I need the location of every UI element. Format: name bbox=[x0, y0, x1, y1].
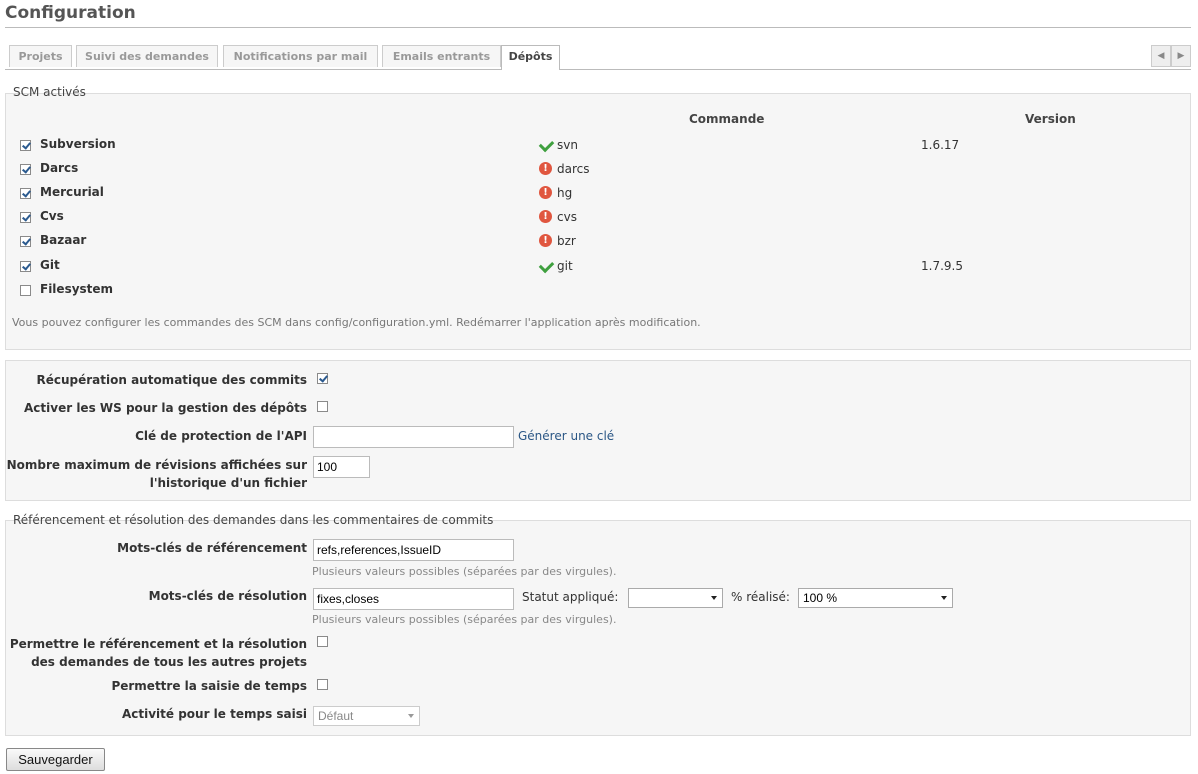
api-key-label: Clé de protection de l'API bbox=[135, 429, 307, 443]
scm-row: Filesystem bbox=[6, 281, 1190, 301]
scm-config-note: Vous pouvez configurer les commandes des… bbox=[12, 316, 701, 329]
page-title: Configuration bbox=[5, 3, 1191, 28]
scm-row: Mercurial ! hg bbox=[6, 184, 1190, 204]
activity-value: Défaut bbox=[318, 709, 354, 723]
dropdown-arrow-icon bbox=[711, 596, 717, 600]
error-icon: ! bbox=[539, 234, 552, 247]
activity-label: Activité pour le temps saisi bbox=[121, 707, 307, 721]
scm-command: cvs bbox=[557, 210, 577, 224]
settings-box: Récupération automatique des commits Act… bbox=[5, 360, 1191, 501]
scm-command: bzr bbox=[557, 234, 576, 248]
scm-enabled-checkbox[interactable] bbox=[20, 212, 31, 223]
scm-command: git bbox=[557, 259, 573, 273]
done-ratio-label: % réalisé: bbox=[731, 590, 790, 604]
scm-name: Cvs bbox=[40, 209, 64, 223]
referencing-legend: Référencement et résolution des demandes… bbox=[9, 513, 498, 527]
api-key-input[interactable] bbox=[313, 426, 514, 448]
autofetch-checkbox[interactable] bbox=[317, 373, 328, 384]
scm-name: Git bbox=[40, 258, 60, 272]
scm-fieldset: SCM activés Commande Version Subversion … bbox=[5, 85, 1191, 350]
scm-row: Git git 1.7.9.5 bbox=[6, 257, 1190, 277]
fix-keywords-input[interactable] bbox=[313, 588, 514, 610]
scm-row: Darcs ! darcs bbox=[6, 160, 1190, 180]
scm-name: Filesystem bbox=[40, 282, 114, 296]
tab-scroll-right-icon[interactable]: ▶ bbox=[1171, 45, 1191, 67]
scm-enabled-checkbox[interactable] bbox=[20, 285, 31, 296]
ws-checkbox[interactable] bbox=[317, 401, 328, 412]
max-revisions-input[interactable] bbox=[313, 456, 370, 478]
ref-keywords-hint: Plusieurs valeurs possibles (séparées pa… bbox=[312, 565, 617, 578]
scm-command: hg bbox=[557, 186, 573, 200]
scm-legend: SCM activés bbox=[9, 85, 90, 99]
activity-select[interactable]: Défaut bbox=[313, 706, 420, 726]
referencing-fieldset: Référencement et résolution des demandes… bbox=[5, 513, 1191, 736]
tab-depots[interactable]: Dépôts bbox=[501, 45, 560, 70]
error-icon: ! bbox=[539, 210, 552, 223]
error-icon: ! bbox=[539, 186, 552, 199]
dropdown-arrow-icon bbox=[408, 714, 414, 718]
scm-version: 1.7.9.5 bbox=[921, 259, 963, 273]
checkmark-icon bbox=[538, 136, 555, 153]
tab-emails-entrants[interactable]: Emails entrants bbox=[382, 45, 501, 67]
max-revisions-label-line2: l'historique d'un fichier bbox=[149, 476, 307, 490]
scm-name: Bazaar bbox=[40, 233, 87, 247]
cross-project-label-line1: Permettre le référencement et la résolut… bbox=[9, 637, 307, 651]
scm-name: Darcs bbox=[40, 161, 79, 175]
scm-row: Subversion svn 1.6.17 bbox=[6, 136, 1190, 156]
checkmark-icon bbox=[538, 257, 555, 274]
save-button[interactable]: Sauvegarder bbox=[6, 748, 105, 771]
tab-bar: Projets Suivi des demandes Notifications… bbox=[5, 45, 1191, 70]
max-revisions-label-line1: Nombre maximum de révisions affichées su… bbox=[6, 458, 307, 472]
tab-scroll-left-icon[interactable]: ◀ bbox=[1151, 45, 1171, 67]
time-logging-checkbox[interactable] bbox=[317, 679, 328, 690]
scm-enabled-checkbox[interactable] bbox=[20, 164, 31, 175]
tab-projets[interactable]: Projets bbox=[9, 45, 72, 67]
done-ratio-select[interactable]: 100 % bbox=[798, 588, 953, 608]
ws-label: Activer les WS pour la gestion des dépôt… bbox=[24, 401, 307, 415]
scm-row: Cvs ! cvs bbox=[6, 208, 1190, 228]
status-applied-label: Statut appliqué: bbox=[522, 590, 619, 604]
ref-keywords-label: Mots-clés de référencement bbox=[117, 541, 307, 555]
fix-keywords-label: Mots-clés de résolution bbox=[148, 589, 307, 603]
cross-project-label-line2: des demandes de tous les autres projets bbox=[31, 655, 307, 669]
scm-enabled-checkbox[interactable] bbox=[20, 188, 31, 199]
scm-command: svn bbox=[557, 138, 578, 152]
scm-version: 1.6.17 bbox=[921, 138, 960, 152]
status-applied-select[interactable] bbox=[628, 588, 723, 608]
scm-enabled-checkbox[interactable] bbox=[20, 261, 31, 272]
generate-key-link[interactable]: Générer une clé bbox=[518, 429, 614, 443]
cross-project-checkbox[interactable] bbox=[317, 636, 328, 647]
column-header-version: Version bbox=[1025, 112, 1076, 126]
scm-enabled-checkbox[interactable] bbox=[20, 236, 31, 247]
dropdown-arrow-icon bbox=[941, 596, 947, 600]
column-header-command: Commande bbox=[689, 112, 765, 126]
tab-notifications-par-mail[interactable]: Notifications par mail bbox=[223, 45, 378, 67]
scm-name: Subversion bbox=[40, 137, 116, 151]
scm-name: Mercurial bbox=[40, 185, 104, 199]
error-icon: ! bbox=[539, 162, 552, 175]
autofetch-label: Récupération automatique des commits bbox=[36, 373, 307, 387]
time-logging-label: Permettre la saisie de temps bbox=[111, 679, 307, 693]
fix-keywords-hint: Plusieurs valeurs possibles (séparées pa… bbox=[312, 613, 617, 626]
scm-command: darcs bbox=[557, 162, 590, 176]
tab-suivi-des-demandes[interactable]: Suivi des demandes bbox=[76, 45, 218, 67]
ref-keywords-input[interactable] bbox=[313, 539, 514, 561]
done-ratio-value: 100 % bbox=[803, 591, 838, 605]
scm-row: Bazaar ! bzr bbox=[6, 232, 1190, 252]
scm-enabled-checkbox[interactable] bbox=[20, 140, 31, 151]
